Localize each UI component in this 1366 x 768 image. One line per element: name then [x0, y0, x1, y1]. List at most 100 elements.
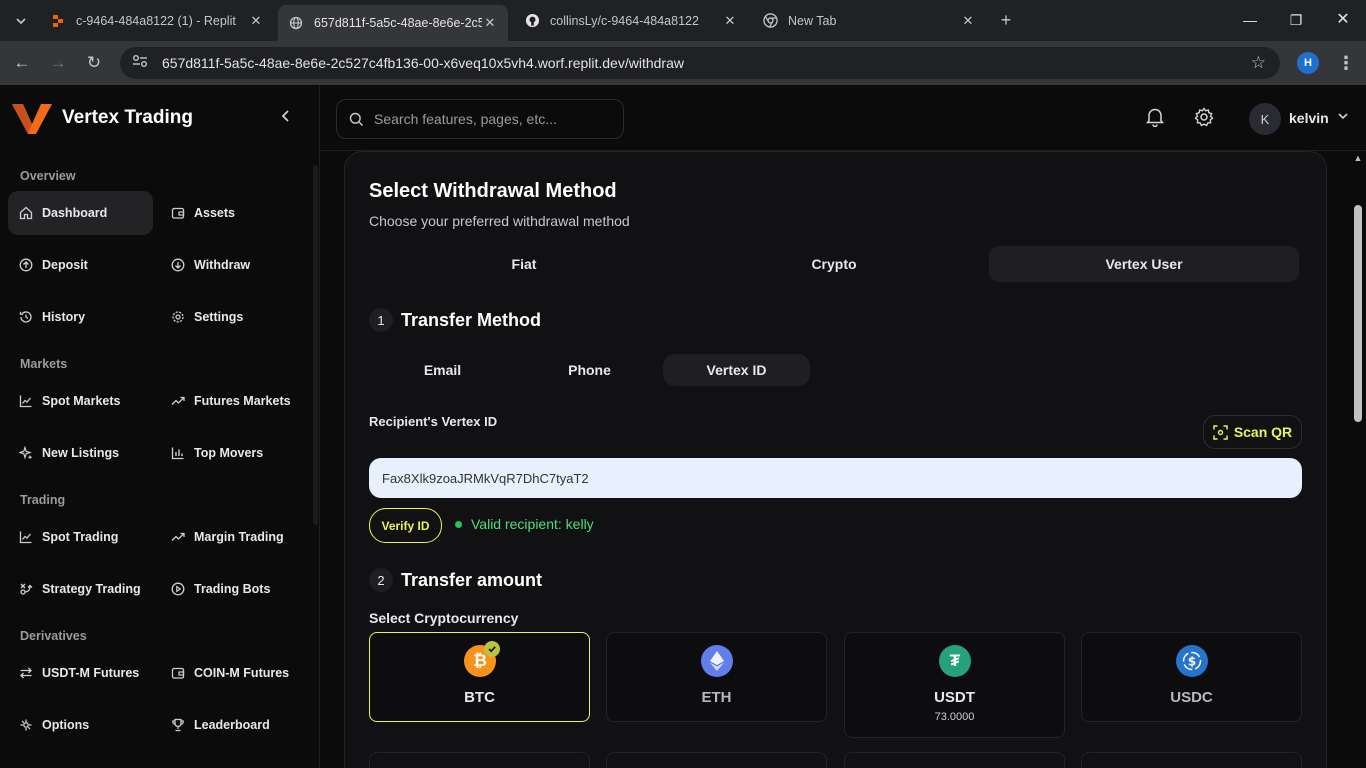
chevron-down-icon[interactable]	[1337, 109, 1349, 127]
url-text: 657d811f-5a5c-48ae-8e6e-2c527c4fb136-00-…	[162, 55, 684, 71]
browser-tab[interactable]: New Tab ✕	[752, 5, 986, 36]
bell-icon[interactable]	[1145, 107, 1165, 132]
play-circle-icon	[170, 581, 186, 597]
address-field[interactable]: 657d811f-5a5c-48ae-8e6e-2c527c4fb136-00-…	[120, 47, 1280, 79]
close-icon[interactable]: ✕	[248, 13, 264, 29]
top-bar: Search features, pages, etc... K kelvin	[320, 85, 1366, 151]
section-derivatives: Derivatives	[20, 629, 87, 643]
tab-search-button[interactable]	[6, 6, 36, 36]
sidebar-item-coin-m-futures[interactable]: COIN-M Futures	[160, 651, 305, 695]
transfer-method-tabs: Email Phone Vertex ID	[369, 354, 813, 386]
sidebar-item-new-listings[interactable]: New Listings	[8, 431, 153, 475]
sidebar-item-futures-markets[interactable]: Futures Markets	[160, 379, 305, 423]
new-tab-button[interactable]: +	[996, 10, 1016, 30]
coin-option-usdc[interactable]: $ USDC	[1081, 632, 1302, 722]
site-settings-icon[interactable]	[132, 54, 148, 73]
search-input[interactable]: Search features, pages, etc...	[336, 99, 624, 139]
sidebar-item-dashboard[interactable]: Dashboard	[8, 191, 153, 235]
close-icon[interactable]: ✕	[960, 13, 976, 29]
coin-option[interactable]	[1081, 752, 1302, 768]
tab-crypto[interactable]: Crypto	[679, 246, 989, 282]
back-arrow-icon[interactable]: ←	[11, 52, 33, 74]
minimize-icon[interactable]: —	[1240, 10, 1260, 30]
coin-option-usdt[interactable]: ₮ USDT 73.0000	[844, 632, 1065, 738]
search-placeholder: Search features, pages, etc...	[374, 111, 557, 127]
sidebar-item-history[interactable]: History	[8, 295, 153, 339]
browser-tab[interactable]: c-9464-484a8122 (1) - Replit ✕	[40, 5, 274, 36]
coin-option-eth[interactable]: ETH	[606, 632, 827, 722]
tab-vertex-id[interactable]: Vertex ID	[663, 354, 810, 386]
sidebar-item-label: Withdraw	[194, 258, 251, 272]
sidebar-item-label: Spot Trading	[42, 530, 119, 544]
sidebar-item-top-movers[interactable]: Top Movers	[160, 431, 305, 475]
gear-icon[interactable]	[1194, 107, 1214, 132]
sidebar-item-settings[interactable]: Settings	[160, 295, 305, 339]
close-icon[interactable]: ✕	[482, 15, 498, 31]
strategy-icon	[18, 581, 34, 597]
coin-symbol: ETH	[701, 689, 732, 706]
sidebar-item-spot-markets[interactable]: Spot Markets	[8, 379, 153, 423]
usdc-icon: $	[1176, 645, 1208, 677]
scrollbar-thumb[interactable]	[1354, 205, 1362, 422]
sidebar-scrollbar[interactable]	[313, 165, 318, 525]
vertex-id-input[interactable]: Fax8Xlk9zoaJRMkVqR7DhC7tyaT2	[369, 458, 1302, 498]
browser-tab-active[interactable]: 657d811f-5a5c-48ae-8e6e-2c5… ✕	[278, 5, 508, 41]
sidebar-item-label: Strategy Trading	[42, 582, 141, 596]
sidebar-item-trading-bots[interactable]: Trading Bots	[160, 567, 305, 611]
browser-tab[interactable]: collinsLy/c-9464-484a8122 ✕	[514, 5, 748, 36]
reload-icon[interactable]: ↻	[83, 52, 105, 74]
step-transfer-amount: 2 Transfer amount	[369, 568, 542, 592]
sidebar-item-assets[interactable]: Assets	[160, 191, 305, 235]
profile-avatar[interactable]: H	[1297, 52, 1319, 74]
sidebar-item-label: Settings	[194, 310, 244, 324]
step-number: 2	[369, 568, 393, 592]
window-close-icon[interactable]: ✕	[1333, 10, 1353, 30]
recipient-label: Recipient's Vertex ID	[369, 414, 498, 429]
tab-vertex-user[interactable]: Vertex User	[989, 246, 1299, 282]
sidebar-item-label: Top Movers	[194, 446, 264, 460]
brand[interactable]: Vertex Trading	[12, 102, 193, 134]
restore-icon[interactable]: ❐	[1286, 10, 1306, 30]
sidebar-item-label: New Listings	[42, 446, 120, 460]
coin-option[interactable]	[844, 752, 1065, 768]
wallet-icon	[170, 205, 186, 221]
section-overview: Overview	[20, 169, 76, 183]
avatar[interactable]: K	[1249, 103, 1281, 135]
close-icon[interactable]: ✕	[722, 13, 738, 29]
sidebar-item-deposit[interactable]: Deposit	[8, 243, 153, 287]
withdraw-method-tabs: Fiat Crypto Vertex User	[369, 246, 1299, 282]
chevron-down-icon	[16, 17, 26, 24]
select-crypto-label: Select Cryptocurrency	[369, 610, 519, 626]
sidebar-item-label: Dashboard	[42, 206, 108, 220]
sidebar-item-label: USDT-M Futures	[42, 666, 140, 680]
scroll-up-arrow-icon[interactable]: ▲	[1352, 153, 1364, 163]
tab-fiat[interactable]: Fiat	[369, 246, 679, 282]
browser-menu-icon[interactable]: ⋮	[1337, 52, 1355, 74]
sidebar-item-margin-trading[interactable]: Margin Trading	[160, 515, 305, 559]
bookmark-star-icon[interactable]: ☆	[1251, 53, 1266, 73]
scan-qr-button[interactable]: Scan QR	[1203, 415, 1302, 449]
swap-icon	[18, 665, 34, 681]
arrow-up-circle-icon	[18, 257, 34, 273]
coin-symbol: USDT	[934, 689, 975, 706]
coin-option-btc[interactable]: ₿ BTC	[369, 632, 590, 722]
replit-icon	[50, 13, 66, 29]
usdt-icon: ₮	[939, 645, 971, 677]
verify-id-button[interactable]: Verify ID	[369, 508, 442, 543]
sidebar-item-strategy-trading[interactable]: Strategy Trading	[8, 567, 153, 611]
sidebar-item-spot-trading[interactable]: Spot Trading	[8, 515, 153, 559]
app-root: Vertex Trading Overview Markets Trading …	[0, 85, 1366, 768]
user-name[interactable]: kelvin	[1289, 110, 1329, 126]
step-transfer-method: 1 Transfer Method	[369, 308, 541, 332]
coin-option[interactable]	[369, 752, 590, 768]
sidebar-item-withdraw[interactable]: Withdraw	[160, 243, 305, 287]
sidebar-item-options[interactable]: Options	[8, 703, 153, 747]
tab-email[interactable]: Email	[369, 354, 516, 386]
tab-phone[interactable]: Phone	[516, 354, 663, 386]
coin-option[interactable]	[606, 752, 827, 768]
sidebar-item-leaderboard[interactable]: Leaderboard	[160, 703, 305, 747]
sidebar-item-label: Leaderboard	[194, 718, 270, 732]
sidebar-item-usdt-m-futures[interactable]: USDT-M Futures	[8, 651, 153, 695]
forward-arrow-icon[interactable]: →	[47, 52, 69, 74]
chevron-left-icon[interactable]	[280, 109, 292, 128]
